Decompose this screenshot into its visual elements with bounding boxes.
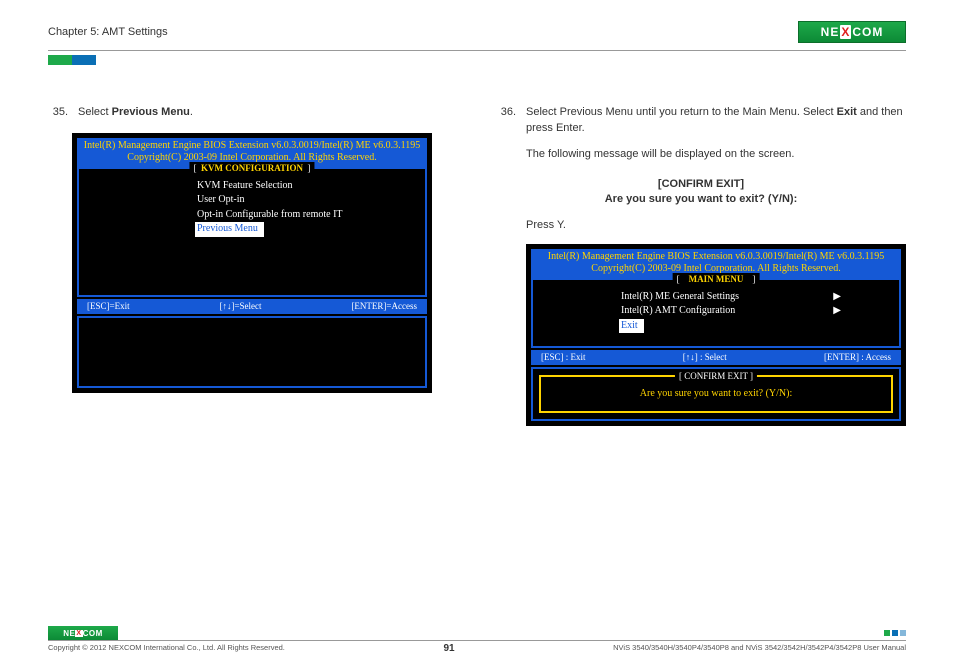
- press-y-text: Press Y.: [526, 218, 906, 234]
- page-header: Chapter 5: AMT Settings NEXCOM: [48, 18, 906, 46]
- bios-screen-kvm: Intel(R) Management Engine BIOS Extensio…: [72, 133, 432, 393]
- bios-frame-title: [ KVM CONFIGURATION ]: [189, 162, 314, 175]
- header-divider: [48, 50, 906, 51]
- bios-menu-item[interactable]: User Opt-in: [195, 193, 419, 208]
- step-text: Select Previous Menu until you return to…: [526, 105, 906, 163]
- bios-keybar: [ESC] : Exit [↑↓] : Select [ENTER] : Acc…: [531, 350, 901, 365]
- model-text: NViS 3540/3540H/3540P4/3540P8 and NViS 3…: [613, 643, 906, 654]
- nexcom-logo-small: NEXCOM: [48, 626, 118, 640]
- step-text: Select Previous Menu.: [78, 105, 456, 121]
- bios-key-select: [↑↓]=Select: [219, 300, 261, 313]
- bios-menu-frame: [ MAIN MENU ] Intel(R) ME General Settin…: [531, 278, 901, 348]
- bios-key-esc: [ESC] : Exit: [541, 351, 586, 364]
- step-36: 36. Select Previous Menu until you retur…: [496, 105, 906, 163]
- bios-confirm-inner: [ CONFIRM EXIT ] Are you sure you want t…: [539, 375, 893, 414]
- bios-key-enter: [ENTER] : Access: [824, 351, 891, 364]
- bios-confirm-frame: [ CONFIRM EXIT ] Are you sure you want t…: [531, 367, 901, 422]
- bios-menu-frame: [ KVM CONFIGURATION ] KVM Feature Select…: [77, 167, 427, 297]
- bios-menu-item-selected[interactable]: Previous Menu: [195, 222, 264, 237]
- bios-frame-title: [ MAIN MENU ]: [673, 273, 760, 286]
- nexcom-logo: NEXCOM: [798, 21, 906, 43]
- step-35: 35. Select Previous Menu.: [48, 105, 456, 121]
- bios-menu-item[interactable]: Intel(R) ME General Settings▶: [619, 290, 853, 305]
- right-column: 36. Select Previous Menu until you retur…: [496, 105, 906, 426]
- footer-decoration: [882, 630, 906, 636]
- confirm-exit-message: [CONFIRM EXIT] Are you sure you want to …: [496, 177, 906, 208]
- page-number: 91: [443, 643, 454, 654]
- chevron-right-icon: ▶: [833, 290, 841, 305]
- step-number: 35.: [48, 105, 68, 121]
- body-columns: 35. Select Previous Menu. Intel(R) Manag…: [48, 105, 906, 426]
- header-accent: [48, 55, 906, 65]
- copyright-text: Copyright © 2012 NEXCOM International Co…: [48, 643, 285, 654]
- bios-keybar: [ESC]=Exit [↑↓]=Select [ENTER]=Access: [77, 299, 427, 314]
- left-column: 35. Select Previous Menu. Intel(R) Manag…: [48, 105, 456, 426]
- bios-menu-item-selected[interactable]: Exit: [619, 319, 644, 334]
- bios-screen-main: Intel(R) Management Engine BIOS Extensio…: [526, 244, 906, 427]
- chevron-right-icon: ▶: [833, 304, 841, 319]
- page-footer: NEXCOM Copyright © 2012 NEXCOM Internati…: [48, 624, 906, 654]
- bios-menu-item[interactable]: KVM Feature Selection: [195, 179, 419, 194]
- bios-menu-item[interactable]: Opt-in Configurable from remote IT: [195, 208, 419, 223]
- bios-key-enter: [ENTER]=Access: [351, 300, 417, 313]
- bios-confirm-title: [ CONFIRM EXIT ]: [675, 370, 757, 383]
- bios-lower-frame: [77, 316, 427, 388]
- step-number: 36.: [496, 105, 516, 163]
- bios-key-select: [↑↓] : Select: [683, 351, 727, 364]
- bios-menu-item[interactable]: Intel(R) AMT Configuration▶: [619, 304, 853, 319]
- bios-confirm-body: Are you sure you want to exit? (Y/N):: [640, 388, 792, 399]
- chapter-title: Chapter 5: AMT Settings: [48, 26, 168, 38]
- bios-menu-list: KVM Feature Selection User Opt-in Opt-in…: [195, 179, 419, 237]
- bios-key-esc: [ESC]=Exit: [87, 300, 130, 313]
- bios-menu-list: Intel(R) ME General Settings▶ Intel(R) A…: [619, 290, 853, 334]
